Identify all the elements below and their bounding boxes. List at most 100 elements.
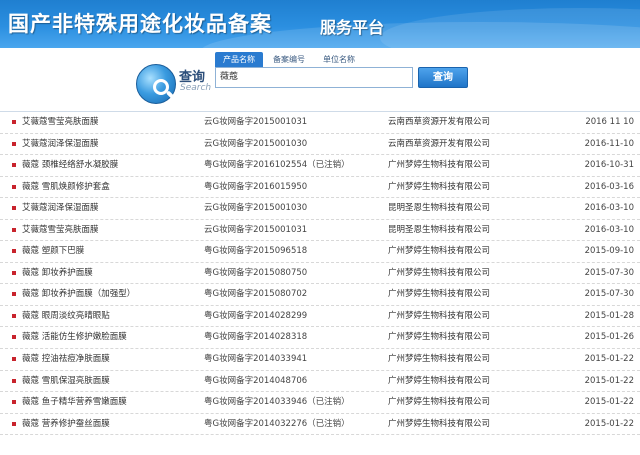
site-header: 国产非特殊用途化妆品备案 服务平台 bbox=[0, 0, 640, 48]
search-label-en: Search bbox=[180, 83, 212, 93]
bullet-icon bbox=[12, 249, 16, 254]
product-name-link[interactable]: 艾薇蔻雪莹亮肤面膜 bbox=[22, 220, 202, 241]
product-name-link[interactable]: 薇蔻 雪肌保湿亮肤面膜 bbox=[22, 371, 202, 392]
bullet-icon bbox=[12, 400, 16, 405]
product-name-link[interactable]: 薇蔻 眼周淡纹亮晴眼贴 bbox=[22, 306, 202, 327]
list-item[interactable]: 薇蔻 颈椎经络舒水凝胶膜 粤G妆网备字2016102554（已注销） 广州梦婷生物科… bbox=[0, 155, 640, 177]
company-name: 广州梦婷生物科技有限公司 bbox=[388, 354, 491, 365]
bullet-icon bbox=[12, 270, 16, 275]
tab-product-name[interactable]: 产品名称 bbox=[215, 52, 263, 67]
product-name-link[interactable]: 薇蔻 塑颜下巴膜 bbox=[22, 241, 202, 262]
search-tabs: 产品名称 备案编号 单位名称 bbox=[215, 52, 365, 67]
search-button[interactable]: 查询 bbox=[418, 67, 468, 88]
product-name-link[interactable]: 薇蔻 营养修护蚕丝面膜 bbox=[22, 414, 202, 435]
list-item[interactable]: 薇蔻 眼周淡纹亮晴眼贴 粤G妆网备字2014028299 广州梦婷生物科技有限公司 2… bbox=[0, 306, 640, 328]
bullet-icon bbox=[12, 206, 16, 211]
company-name: 广州梦婷生物科技有限公司 bbox=[388, 418, 491, 429]
record-number: 云G妆网备字2015001030 bbox=[204, 138, 308, 149]
record-number: 粤G妆网备字2014028299 bbox=[204, 310, 308, 321]
company-name: 云南西草资源开发有限公司 bbox=[388, 138, 491, 149]
list-item[interactable]: 薇蔻 雪肌保湿亮肤面膜 粤G妆网备字2014048706 广州梦婷生物科技有限公司 2… bbox=[0, 371, 640, 393]
bullet-icon bbox=[12, 292, 16, 297]
record-number: 粤G妆网备字2016015950 bbox=[204, 181, 308, 192]
record-number: 粤G妆网备字2014048706 bbox=[204, 375, 308, 386]
company-name: 广州梦婷生物科技有限公司 bbox=[388, 332, 491, 343]
record-date: 2015-01-22 bbox=[584, 397, 634, 408]
bullet-icon bbox=[12, 120, 16, 124]
tab-company-name[interactable]: 单位名称 bbox=[315, 52, 363, 67]
product-name-link[interactable]: 艾薇蔻润泽保湿面膜 bbox=[22, 134, 202, 155]
product-name-link[interactable]: 艾薇蔻雪莹亮肤面膜 bbox=[22, 112, 202, 133]
company-name: 昆明圣恩生物科技有限公司 bbox=[388, 203, 491, 214]
record-number: 粤G妆网备字2014032276（已注销） bbox=[204, 418, 350, 429]
record-number: 云G妆网备字2015001030 bbox=[204, 203, 308, 214]
record-number: 粤G妆网备字2016102554（已注销） bbox=[204, 160, 350, 171]
company-name: 广州梦婷生物科技有限公司 bbox=[388, 375, 491, 386]
record-date: 2015-09-10 bbox=[584, 246, 634, 257]
list-item[interactable]: 艾薇蔻雪莹亮肤面膜 云G妆网备字2015001031 昆明圣恩生物科技有限公司 201… bbox=[0, 220, 640, 242]
bullet-icon bbox=[12, 227, 16, 232]
record-number: 粤G妆网备字2014028318 bbox=[204, 332, 308, 343]
list-item[interactable]: 薇蔻 卸妆养护面膜 粤G妆网备字2015080750 广州梦婷生物科技有限公司 201… bbox=[0, 263, 640, 285]
product-name-link[interactable]: 薇蔻 控油祛痘净肤面膜 bbox=[22, 349, 202, 370]
record-date: 2015-07-30 bbox=[584, 267, 634, 278]
record-date: 2015-01-26 bbox=[584, 332, 634, 343]
record-number: 粤G妆网备字2015080702 bbox=[204, 289, 308, 300]
company-name: 昆明圣恩生物科技有限公司 bbox=[388, 224, 491, 235]
list-item[interactable]: 艾薇蔻润泽保湿面膜 云G妆网备字2015001030 云南西草资源开发有限公司 201… bbox=[0, 134, 640, 156]
bullet-icon bbox=[12, 378, 16, 383]
company-name: 广州梦婷生物科技有限公司 bbox=[388, 246, 491, 257]
product-name-link[interactable]: 艾薇蔻润泽保湿面膜 bbox=[22, 198, 202, 219]
record-date: 2016-03-10 bbox=[584, 224, 634, 235]
list-item[interactable]: 薇蔻 鱼子精华营养雪嫩面膜 粤G妆网备字2014033946（已注销） 广州梦婷生物… bbox=[0, 392, 640, 414]
bullet-icon bbox=[12, 421, 16, 426]
record-number: 粤G妆网备字2014033946（已注销） bbox=[204, 397, 350, 408]
list-item[interactable]: 薇蔻 控油祛痘净肤面膜 粤G妆网备字2014033941 广州梦婷生物科技有限公司 2… bbox=[0, 349, 640, 371]
record-date: 2016-10-31 bbox=[584, 160, 634, 171]
product-name-link[interactable]: 薇蔻 鱼子精华营养雪嫩面膜 bbox=[22, 392, 202, 413]
bullet-icon bbox=[12, 184, 16, 189]
header-decoration bbox=[380, 8, 640, 48]
results-list: 艾薇蔻雪莹亮肤面膜 云G妆网备字2015001031 云南西草资源开发有限公司 201… bbox=[0, 112, 640, 436]
tab-record-number[interactable]: 备案编号 bbox=[265, 52, 313, 67]
product-name-link[interactable]: 薇蔻 活能仿生修护嫩脸面膜 bbox=[22, 327, 202, 348]
record-date: 2016-03-10 bbox=[584, 203, 634, 214]
bullet-icon bbox=[12, 141, 16, 146]
list-item[interactable]: 薇蔻 活能仿生修护嫩脸面膜 粤G妆网备字2014028318 广州梦婷生物科技有限公… bbox=[0, 327, 640, 350]
record-number: 粤G妆网备字2015080750 bbox=[204, 267, 308, 278]
search-globe-icon bbox=[136, 64, 176, 104]
record-number: 粤G妆网备字2015096518 bbox=[204, 246, 308, 257]
record-date: 2015-07-30 bbox=[584, 289, 634, 300]
product-name-link[interactable]: 薇蔻 颈椎经络舒水凝胶膜 bbox=[22, 155, 202, 176]
company-name: 广州梦婷生物科技有限公司 bbox=[388, 397, 491, 408]
site-title: 国产非特殊用途化妆品备案 bbox=[8, 11, 272, 36]
list-item[interactable]: 艾薇蔻润泽保湿面膜 云G妆网备字2015001030 昆明圣恩生物科技有限公司 201… bbox=[0, 198, 640, 220]
company-name: 广州梦婷生物科技有限公司 bbox=[388, 181, 491, 192]
list-item[interactable]: 薇蔻 塑颜下巴膜 粤G妆网备字2015096518 广州梦婷生物科技有限公司 2015… bbox=[0, 241, 640, 263]
company-name: 广州梦婷生物科技有限公司 bbox=[388, 160, 491, 171]
record-date: 2015-01-22 bbox=[584, 375, 634, 386]
bullet-icon bbox=[12, 357, 16, 362]
product-name-link[interactable]: 薇蔻 卸妆养护面膜 bbox=[22, 263, 202, 284]
record-date: 2015-01-28 bbox=[584, 310, 634, 321]
product-name-link[interactable]: 薇蔻 雪肌焕颜修护套盒 bbox=[22, 177, 202, 198]
company-name: 广州梦婷生物科技有限公司 bbox=[388, 310, 491, 321]
bullet-icon bbox=[12, 335, 16, 340]
product-name-link[interactable]: 薇蔻 卸妆养护面膜（加强型） bbox=[22, 284, 202, 305]
list-item[interactable]: 薇蔻 卸妆养护面膜（加强型） 粤G妆网备字2015080702 广州梦婷生物科技有限… bbox=[0, 284, 640, 306]
record-date: 2016-11-10 bbox=[584, 138, 634, 149]
list-item[interactable]: 薇蔻 营养修护蚕丝面膜 粤G妆网备字2014032276（已注销） 广州梦婷生物科技… bbox=[0, 414, 640, 436]
company-name: 广州梦婷生物科技有限公司 bbox=[388, 289, 491, 300]
search-input[interactable]: 薇蔻 bbox=[215, 67, 413, 88]
list-item[interactable]: 艾薇蔻雪莹亮肤面膜 云G妆网备字2015001031 云南西草资源开发有限公司 201… bbox=[0, 112, 640, 134]
record-number: 粤G妆网备字2014033941 bbox=[204, 354, 308, 365]
search-panel: 查询 Search 产品名称 备案编号 单位名称 薇蔻 查询 bbox=[0, 48, 640, 112]
site-subtitle: 服务平台 bbox=[320, 18, 385, 37]
record-date: 2016 11 10 bbox=[585, 117, 634, 127]
record-number: 云G妆网备字2015001031 bbox=[204, 117, 308, 127]
list-item[interactable]: 薇蔻 雪肌焕颜修护套盒 粤G妆网备字2016015950 广州梦婷生物科技有限公司 2… bbox=[0, 177, 640, 199]
magnifier-handle bbox=[165, 90, 176, 100]
record-date: 2015-01-22 bbox=[584, 418, 634, 429]
record-date: 2015-01-22 bbox=[584, 354, 634, 365]
company-name: 云南西草资源开发有限公司 bbox=[388, 117, 491, 127]
